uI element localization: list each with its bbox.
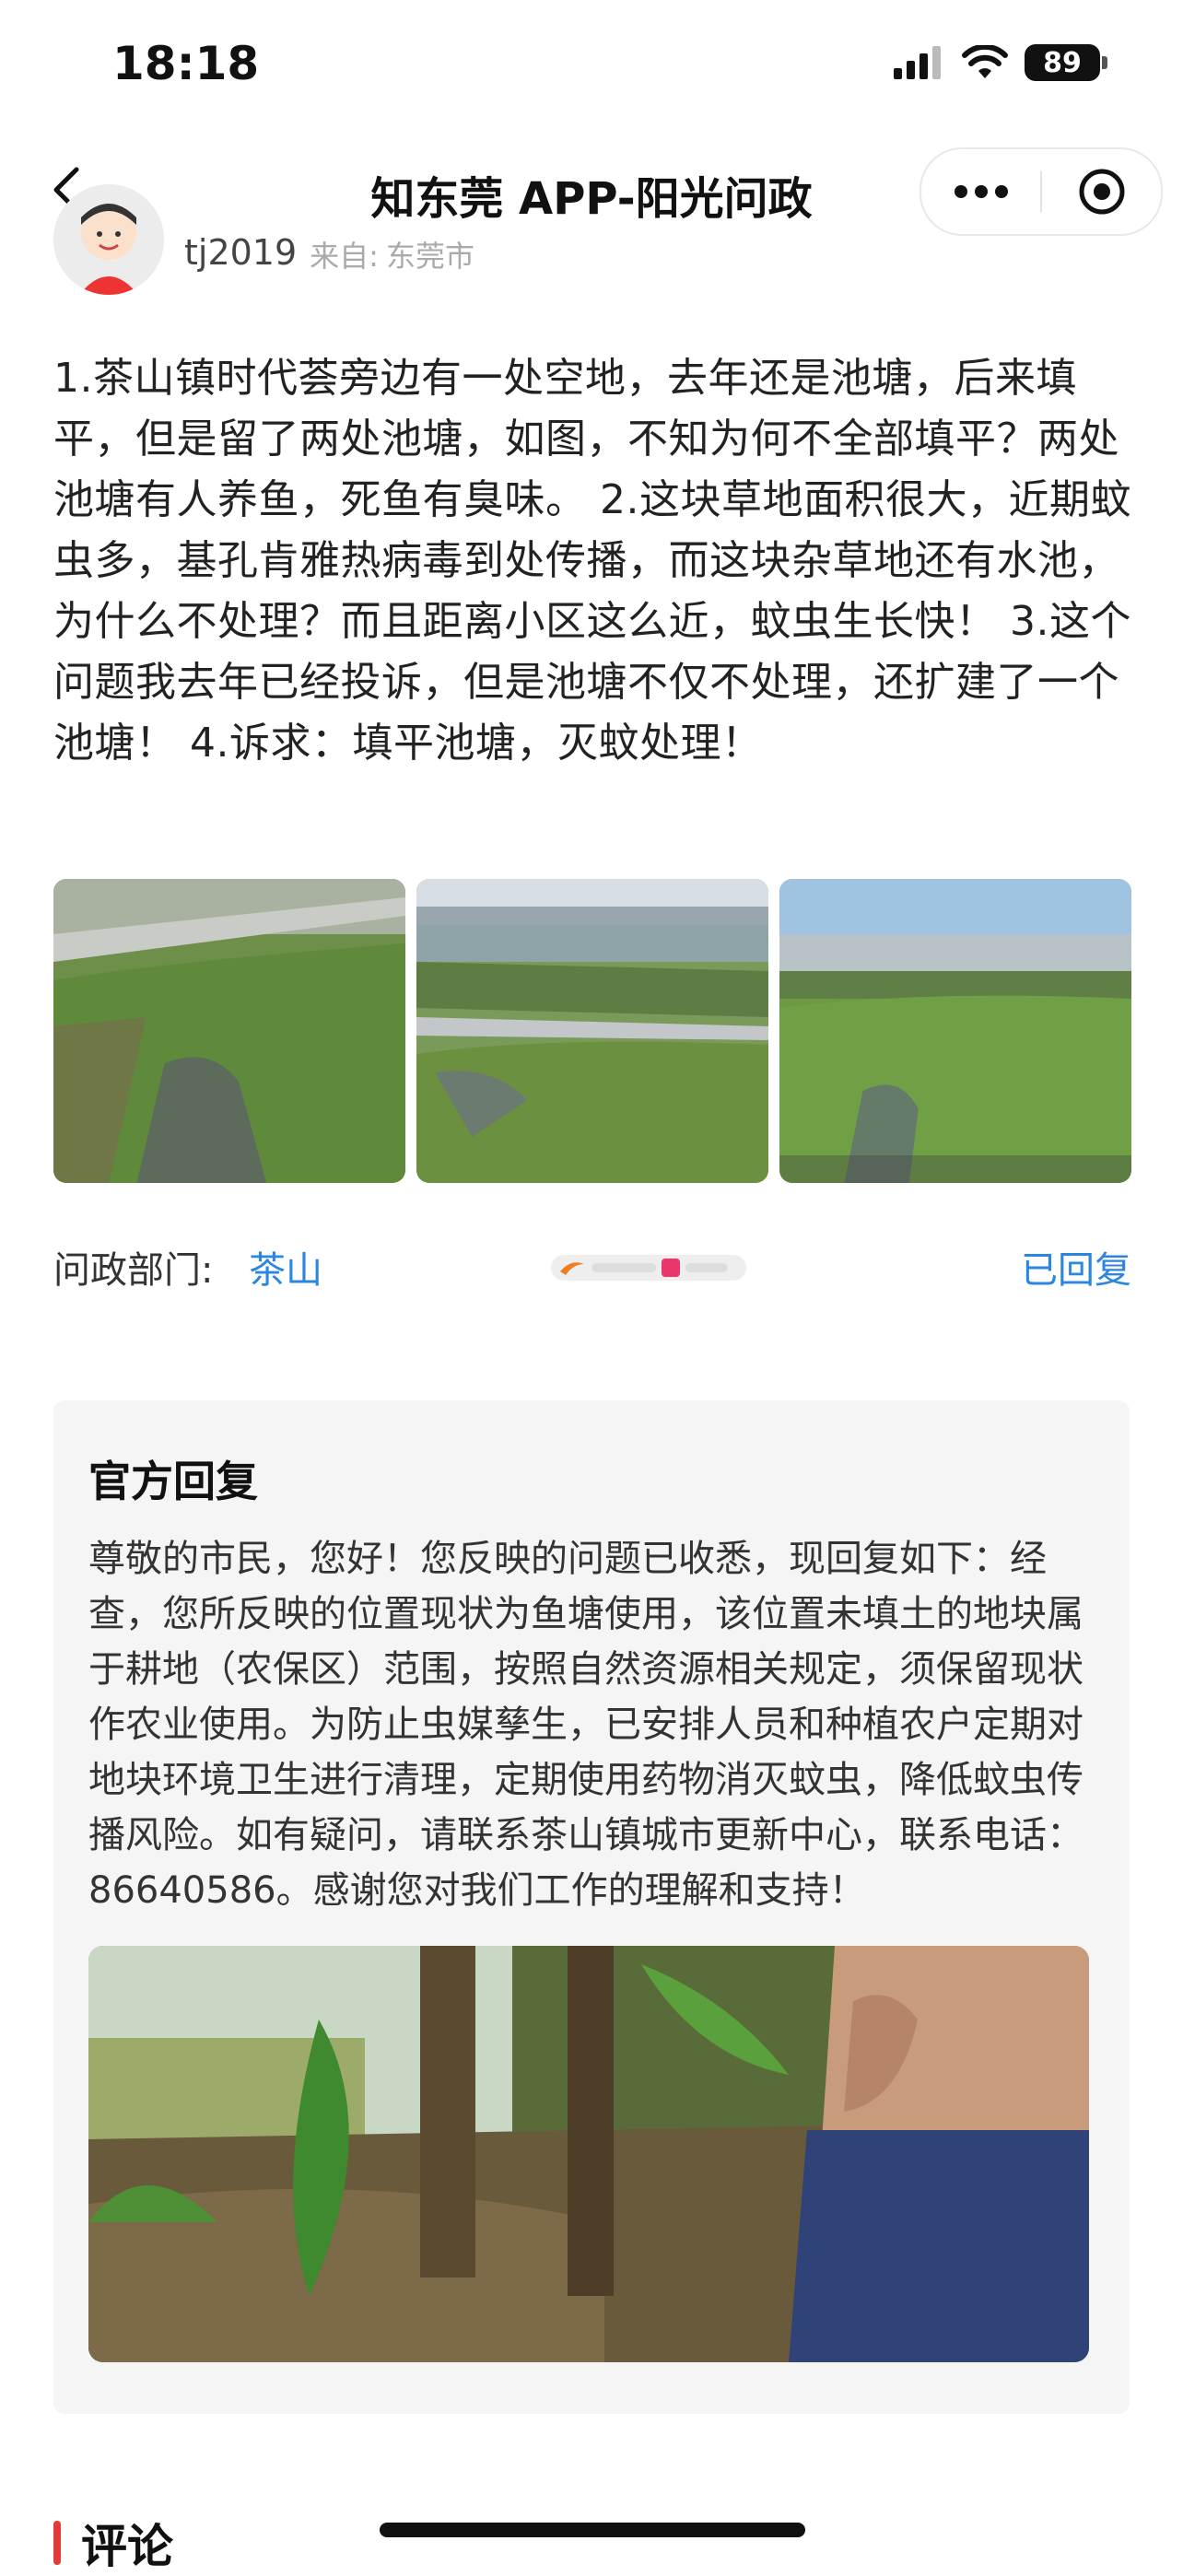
source-label: 来自: — [310, 239, 379, 274]
mini-program-capsule — [919, 147, 1163, 236]
department-link[interactable]: 茶山 — [249, 1240, 322, 1294]
battery-icon: 89 — [1025, 44, 1100, 81]
avatar[interactable] — [53, 184, 164, 295]
target-circle-icon — [1079, 169, 1124, 215]
author-name[interactable]: tj2019 — [184, 232, 297, 273]
close-miniprogram-button[interactable] — [1042, 149, 1161, 234]
post-photo[interactable] — [416, 879, 768, 1183]
reply-status-link[interactable]: 已回复 — [1021, 1240, 1131, 1294]
watermark-logo — [551, 1255, 746, 1281]
nav-bar: 知东莞 APP-阳光问政 — [0, 138, 1183, 241]
reply-photo[interactable] — [88, 1946, 1089, 2362]
logo-bar — [592, 1263, 656, 1272]
home-indicator[interactable] — [380, 2523, 805, 2537]
comments-title: 评论 — [81, 2520, 173, 2573]
logo-swoosh-icon — [560, 1262, 584, 1275]
source-value: 东莞市 — [385, 239, 474, 274]
post-photo-grid — [53, 879, 1131, 1183]
avatar-illustration-icon — [53, 184, 164, 295]
department-row: 问政部门: 茶山 已回复 — [53, 1236, 1131, 1292]
battery-tip — [1102, 56, 1107, 69]
post-content: 1.茶山镇时代荟旁边有一处空地，去年还是池塘，后来填平，但是留了两处池塘，如图，… — [53, 355, 1131, 767]
wifi-icon — [962, 45, 1008, 78]
section-accent-bar — [53, 2521, 61, 2565]
author-row: tj2019 来自: 东莞市 — [53, 184, 474, 311]
more-button[interactable] — [921, 149, 1040, 234]
signal-icon — [894, 46, 941, 79]
reply-title: 官方回复 — [88, 1457, 258, 1506]
comments-header: 评论 — [53, 2515, 173, 2573]
post-photo[interactable] — [53, 879, 405, 1183]
status-time: 18:18 — [112, 37, 260, 90]
department-label: 问政部门: — [53, 1249, 214, 1292]
more-dots-icon — [954, 185, 1008, 198]
logo-bar — [685, 1263, 728, 1272]
post-photo[interactable] — [779, 879, 1131, 1183]
battery-level: 89 — [1043, 46, 1082, 79]
logo-badge-icon — [662, 1259, 680, 1277]
status-icons: 89 — [894, 44, 1107, 81]
official-reply-card: 官方回复 尊敬的市民，您好！您反映的问题已收悉，现回复如下：经查，您所反映的位置… — [53, 1400, 1130, 2414]
reply-text: 尊敬的市民，您好！您反映的问题已收悉，现回复如下：经查，您所反映的位置现状为鱼塘… — [88, 1538, 1083, 1912]
status-bar: 18:18 89 — [0, 0, 1183, 129]
